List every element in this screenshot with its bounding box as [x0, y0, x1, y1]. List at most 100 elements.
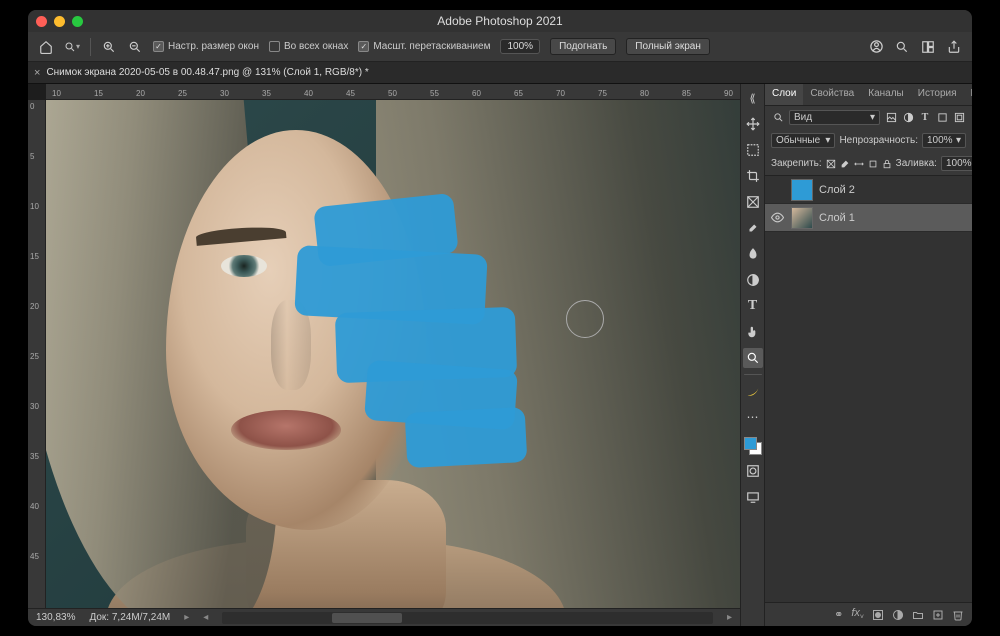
zoom-status[interactable]: 130,83%: [36, 612, 75, 623]
eyedropper-tool-icon[interactable]: [743, 218, 763, 238]
link-layers-icon[interactable]: ⚭: [834, 608, 843, 621]
type-tool-icon[interactable]: T: [743, 296, 763, 316]
marquee-tool-icon[interactable]: [743, 140, 763, 160]
panel-tab-слои[interactable]: Слои: [765, 84, 803, 105]
screenmode-icon[interactable]: [743, 487, 763, 507]
lock-pixels-icon[interactable]: [826, 157, 836, 171]
zoom-in-icon[interactable]: [101, 39, 117, 55]
lock-label: Закрепить:: [771, 158, 822, 169]
layer-row[interactable]: Слой 2: [765, 176, 972, 204]
delete-layer-icon[interactable]: [952, 609, 964, 621]
fx-icon[interactable]: fx˅: [851, 607, 864, 621]
lock-brush-icon[interactable]: [840, 157, 850, 171]
fill-input[interactable]: 100%▾: [941, 156, 972, 171]
lock-position-icon[interactable]: [854, 157, 864, 171]
share-icon[interactable]: [946, 39, 962, 55]
zoom-out-icon[interactable]: [127, 39, 143, 55]
collapse-icon[interactable]: ⟪: [743, 88, 763, 108]
filter-shape-icon[interactable]: [935, 111, 949, 125]
scroll-left-icon[interactable]: ◂: [203, 612, 208, 623]
scrollbar-thumb[interactable]: [332, 613, 402, 623]
filter-search-icon[interactable]: [771, 111, 785, 125]
filter-smart-icon[interactable]: [952, 111, 966, 125]
scrubby-zoom-label: Масшт. перетаскиванием: [373, 41, 490, 52]
gradient-tool-icon[interactable]: [743, 270, 763, 290]
brush-tool-icon[interactable]: [743, 244, 763, 264]
panel-tab-свойства[interactable]: Свойства: [803, 84, 861, 105]
canvas-area[interactable]: [46, 100, 740, 608]
filter-adjust-icon[interactable]: [901, 111, 915, 125]
document-tab-bar: × Снимок экрана 2020-05-05 в 00.48.47.pn…: [28, 62, 972, 84]
layer-mask-icon[interactable]: [872, 609, 884, 621]
color-swatch[interactable]: [744, 437, 762, 455]
checkbox-icon: [269, 41, 280, 52]
zoom-tool-icon[interactable]: [743, 348, 763, 368]
layer-visibility-icon[interactable]: [771, 211, 785, 224]
lock-all-icon[interactable]: [882, 157, 892, 171]
new-layer-icon[interactable]: [932, 609, 944, 621]
group-icon[interactable]: [912, 609, 924, 621]
close-tab-icon[interactable]: ×: [34, 67, 40, 79]
minimize-icon[interactable]: [54, 16, 65, 27]
all-windows-checkbox[interactable]: Во всех окнах: [269, 41, 348, 52]
banana-icon[interactable]: [743, 381, 763, 401]
status-arrow-icon[interactable]: ▸: [184, 612, 189, 623]
vertical-tool-strip: ⟪ T ⋯: [740, 84, 764, 626]
close-icon[interactable]: [36, 16, 47, 27]
maximize-icon[interactable]: [72, 16, 83, 27]
panel-tab-каналы[interactable]: Каналы: [861, 84, 911, 105]
panel-tab-навигатор[interactable]: Навигатор: [964, 84, 972, 105]
scrubby-zoom-checkbox[interactable]: ✓ Масшт. перетаскиванием: [358, 41, 490, 52]
layer-thumbnail[interactable]: [791, 179, 813, 201]
frame-tool-icon[interactable]: [743, 192, 763, 212]
quickmask-icon[interactable]: [743, 461, 763, 481]
ruler-tick: 70: [556, 89, 565, 98]
doc-status[interactable]: Док: 7,24M/7,24M: [89, 612, 170, 623]
filter-pixel-icon[interactable]: [884, 111, 898, 125]
ruler-tick: 40: [304, 89, 313, 98]
ruler-tick: 20: [30, 302, 39, 311]
hand-tool-icon[interactable]: [743, 322, 763, 342]
canvas[interactable]: [46, 100, 740, 608]
opacity-input[interactable]: 100%▾: [922, 133, 966, 148]
layer-name[interactable]: Слой 1: [819, 212, 855, 224]
chevron-down-icon: ▾: [956, 135, 961, 146]
search-icon[interactable]: [894, 39, 910, 55]
ruler-tick: 40: [30, 502, 39, 511]
panel-tabs: СлоиСвойстваКаналыИсторияНавигатор: [765, 84, 972, 106]
cloud-icon[interactable]: [868, 39, 884, 55]
tab-title: Снимок экрана 2020-05-05 в 00.48.47.png …: [46, 67, 368, 78]
home-icon[interactable]: [38, 39, 54, 55]
layer-row[interactable]: Слой 1: [765, 204, 972, 232]
fit-button[interactable]: Подогнать: [550, 38, 616, 55]
layer-filter-select[interactable]: Вид▾: [789, 110, 880, 125]
app-title: Adobe Photoshop 2021: [28, 14, 972, 28]
horizontal-scrollbar[interactable]: [222, 612, 713, 624]
lock-artboard-icon[interactable]: [868, 157, 878, 171]
layer-name[interactable]: Слой 2: [819, 184, 855, 196]
scroll-right-icon[interactable]: ▸: [727, 612, 732, 623]
layer-thumbnail[interactable]: [791, 207, 813, 229]
opacity-label: Непрозрачность:: [839, 135, 918, 146]
zoom-tool-icon[interactable]: ▾: [64, 39, 80, 55]
ruler-tick: 30: [220, 89, 229, 98]
crop-tool-icon[interactable]: [743, 166, 763, 186]
adjustment-layer-icon[interactable]: [892, 609, 904, 621]
resize-windows-checkbox[interactable]: ✓ Настр. размер окон: [153, 41, 259, 52]
move-tool-icon[interactable]: [743, 114, 763, 134]
ruler-horizontal[interactable]: 1015202530354045505560657075808590: [46, 84, 740, 100]
ruler-tick: 45: [346, 89, 355, 98]
checkbox-icon: ✓: [153, 41, 164, 52]
ruler-tick: 80: [640, 89, 649, 98]
ruler-tick: 30: [30, 402, 39, 411]
edit-toolbar-icon[interactable]: ⋯: [743, 407, 763, 427]
ruler-tick: 5: [30, 152, 34, 161]
panel-tab-история[interactable]: История: [911, 84, 964, 105]
zoom-value-input[interactable]: 100%: [500, 39, 540, 54]
ruler-vertical[interactable]: 051015202530354045: [28, 100, 46, 608]
workspace-icon[interactable]: [920, 39, 936, 55]
fullscreen-button[interactable]: Полный экран: [626, 38, 710, 55]
filter-type-icon[interactable]: T: [918, 111, 932, 125]
document-tab[interactable]: × Снимок экрана 2020-05-05 в 00.48.47.pn…: [34, 67, 369, 79]
blend-mode-select[interactable]: Обычные▾: [771, 133, 835, 148]
